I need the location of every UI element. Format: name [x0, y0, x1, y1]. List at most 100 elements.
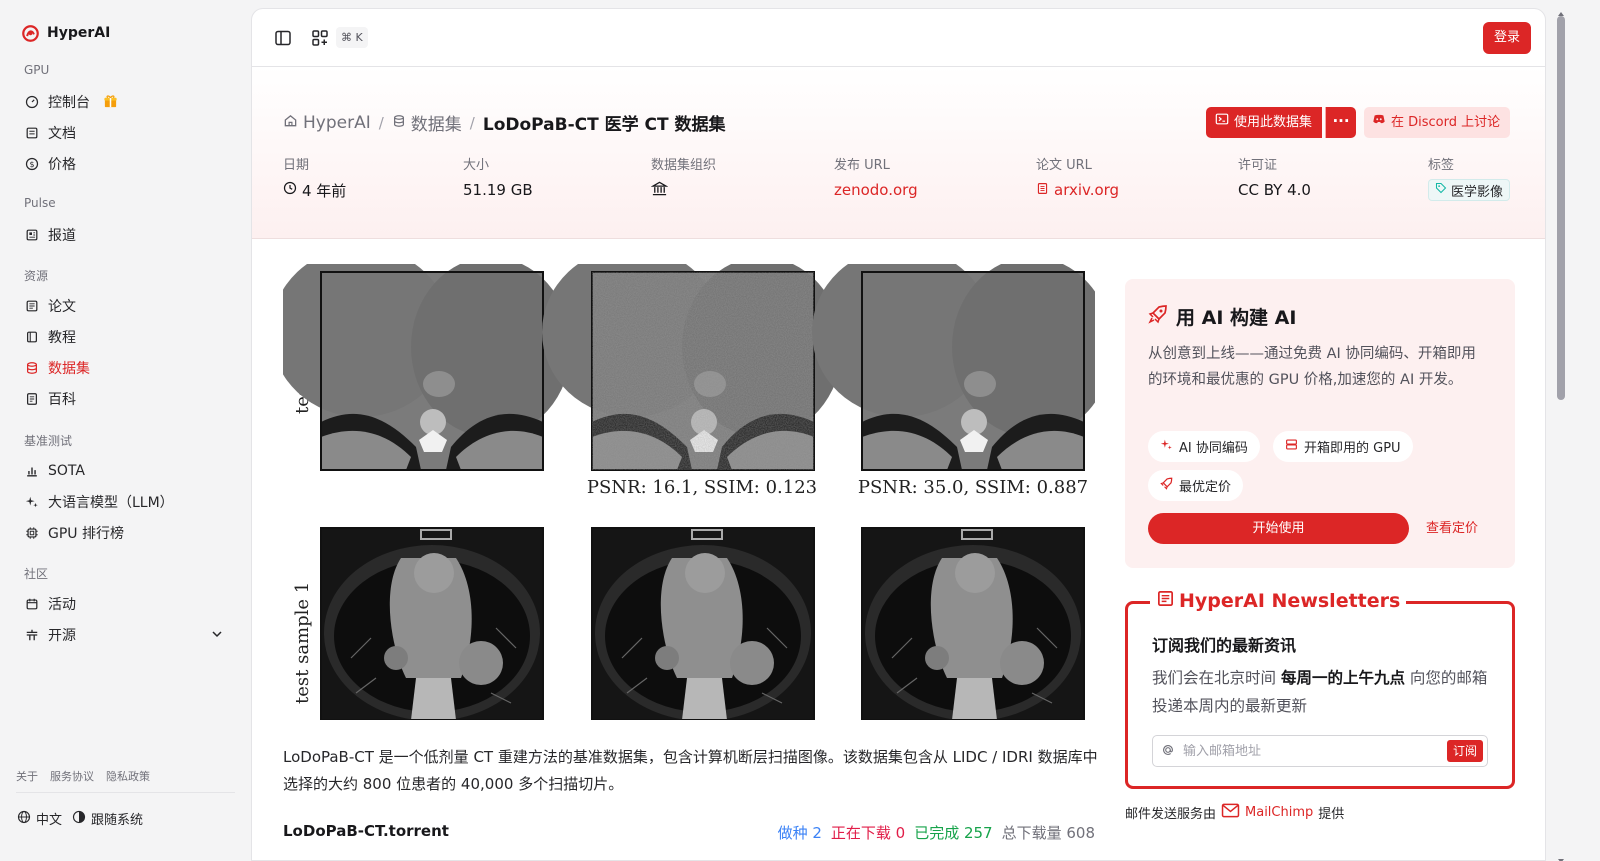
discord-button[interactable]: 在 Discord 上讨论: [1364, 107, 1511, 138]
sidebar-item-console[interactable]: 控制台: [16, 86, 235, 117]
sidebar-item-label: 文档: [48, 125, 76, 142]
row-label-1: test sample 1: [292, 582, 313, 704]
breadcrumb-separator: /: [378, 113, 384, 132]
rocket-icon: [1148, 304, 1168, 329]
language-switcher[interactable]: 中文: [17, 809, 62, 828]
footer-link-about[interactable]: 关于: [16, 768, 38, 784]
email-field-wrapper: 订阅: [1152, 735, 1488, 767]
torrent-name[interactable]: LoDoPaB-CT.torrent: [283, 822, 449, 843]
main-panel: ⌘ K 登录 HyperAI / 数据集 / LoDoPaB-CT 医学 CT …: [251, 8, 1546, 861]
sidebar-item-label: 论文: [48, 298, 76, 315]
sidebar-item-sota[interactable]: SOTA: [16, 455, 235, 486]
use-dataset-label: 使用此数据集: [1234, 115, 1313, 130]
email-field[interactable]: [1183, 743, 1423, 759]
breadcrumb-home-label: HyperAI: [303, 112, 371, 133]
language-label: 中文: [36, 813, 63, 828]
theme-icon: [72, 810, 86, 828]
sidebar-item-reports[interactable]: 报道: [16, 219, 235, 250]
sidebar-item-tutorials[interactable]: 教程: [16, 321, 235, 352]
brand[interactable]: HyperAI: [16, 22, 235, 44]
sidebar-item-docs[interactable]: 文档: [16, 117, 235, 148]
sidebar-item-wiki[interactable]: 百科: [16, 383, 235, 414]
theme-switcher[interactable]: 跟随系统: [72, 809, 143, 828]
stat-seeding: 做种 2: [777, 824, 822, 842]
sidebar-item-papers[interactable]: 论文: [16, 290, 235, 321]
login-button[interactable]: 登录: [1483, 22, 1531, 54]
topbar: ⌘ K 登录: [252, 9, 1545, 67]
meta-paper-url-label: 论文 URL: [1036, 158, 1092, 173]
newspaper-icon: [25, 228, 39, 242]
scroll-down-icon[interactable]: [1557, 850, 1565, 861]
meta-size-label: 大小: [463, 158, 490, 173]
paper-url-link[interactable]: arxiv.org: [1036, 180, 1119, 200]
meta-tags-label: 标签: [1428, 158, 1455, 173]
breadcrumb-datasets[interactable]: 数据集: [392, 110, 462, 135]
sidebar-item-datasets[interactable]: 数据集: [16, 352, 235, 383]
tag-icon: [1435, 182, 1447, 198]
subscribe-button[interactable]: 订阅: [1446, 740, 1483, 762]
page-scrollbar[interactable]: [1554, 0, 1568, 861]
cpu-icon: [25, 526, 39, 540]
calendar-icon: [25, 597, 39, 611]
stat-completed: 已完成 257: [914, 824, 993, 842]
sparkles-icon: [25, 495, 39, 509]
newsletter-card: HyperAI Newsletters 订阅我们的最新资讯 我们会在北京时间 每…: [1125, 589, 1515, 789]
at-sign-icon: [1161, 742, 1175, 761]
sidebar-toggle-icon[interactable]: [274, 29, 292, 47]
server-icon: [1285, 438, 1298, 455]
chip-label: 最优定价: [1179, 480, 1232, 495]
footer-settings: 中文 跟随系统: [17, 809, 143, 828]
chip-label: AI 协同编码: [1179, 441, 1248, 456]
mailchimp-link[interactable]: MailChimp: [1245, 805, 1313, 820]
sidebar-item-llm[interactable]: 大语言模型（LLM）: [16, 486, 235, 517]
globe-icon: [17, 810, 31, 828]
view-pricing-link[interactable]: 查看定价: [1426, 513, 1478, 544]
institution-icon: [650, 180, 669, 201]
chip-label: 开箱即用的 GPU: [1304, 441, 1401, 456]
meta-org-label: 数据集组织: [651, 158, 717, 173]
footer-link-privacy[interactable]: 隐私政策: [106, 768, 150, 784]
mail-provider-before: 邮件发送服务由: [1125, 807, 1217, 822]
more-actions-button[interactable]: ···: [1325, 107, 1356, 138]
sidebar-item-opensource[interactable]: 开源: [16, 619, 235, 650]
breadcrumb-datasets-label: 数据集: [410, 115, 462, 135]
sidebar-item-label: GPU 排行榜: [48, 525, 124, 542]
sidebar-item-label: 教程: [48, 329, 76, 346]
footer-link-terms[interactable]: 服务协议: [50, 768, 94, 784]
meta-date-label: 日期: [283, 158, 310, 173]
newsletter-text: 我们会在北京时间 每周一的上午九点 向您的邮箱投递本周内的最新更新: [1152, 664, 1492, 720]
sidebar-item-events[interactable]: 活动: [16, 588, 235, 619]
mail-provider-after: 提供: [1318, 807, 1345, 822]
meta-size: 大小 51.19 GB: [463, 154, 533, 200]
dataset-description: LoDoPaB-CT 是一个低剂量 CT 重建方法的基准数据集，包含计算机断层扫…: [283, 748, 1098, 793]
ct-sample-figure: test sample 0 PSNR: 16.1, SSIM: 0.123 PS…: [283, 264, 1095, 720]
nav-group-benchmarks: 基准测试: [24, 434, 73, 448]
theme-label: 跟随系统: [91, 813, 144, 828]
sidebar-item-gpu-ranking[interactable]: GPU 排行榜: [16, 517, 235, 548]
sidebar-item-label: 价格: [48, 156, 76, 173]
ct-image-r0-c1: [541, 264, 843, 471]
command-menu-icon[interactable]: [311, 29, 329, 47]
sidebar-item-label: 大语言模型（LLM）: [48, 494, 174, 511]
newsletter-text-before: 我们会在北京时间: [1152, 669, 1281, 687]
mail-provider-note: 邮件发送服务由 MailChimp 提供: [1125, 803, 1344, 822]
scroll-up-icon[interactable]: [1557, 3, 1565, 16]
scroll-thumb[interactable]: [1557, 16, 1565, 400]
breadcrumb-home[interactable]: HyperAI: [283, 113, 371, 133]
get-started-button[interactable]: 开始使用: [1148, 513, 1409, 544]
paper-icon: [1036, 181, 1049, 199]
newsletter-legend-text: HyperAI Newsletters: [1179, 590, 1401, 612]
publish-url-link[interactable]: zenodo.org: [834, 180, 918, 200]
use-dataset-button[interactable]: 使用此数据集: [1206, 107, 1323, 138]
tag-medical-imaging[interactable]: 医学影像: [1428, 179, 1511, 201]
sidebar-item-pricing[interactable]: $ 价格: [16, 148, 235, 179]
torrent-row: LoDoPaB-CT.torrent 做种 2 正在下载 0 已完成 257 总…: [283, 822, 1095, 843]
newspaper-icon: [1156, 589, 1175, 613]
chevron-down-icon[interactable]: [211, 628, 223, 640]
newsletter-legend: HyperAI Newsletters: [1150, 589, 1407, 613]
stat-total: 总下载量 608: [1001, 824, 1095, 842]
discord-label: 在 Discord 上讨论: [1391, 115, 1501, 130]
breadcrumb-separator: /: [469, 113, 475, 132]
sidebar-item-label: 报道: [48, 227, 76, 244]
meta-date-value: 4 年前: [302, 181, 347, 200]
